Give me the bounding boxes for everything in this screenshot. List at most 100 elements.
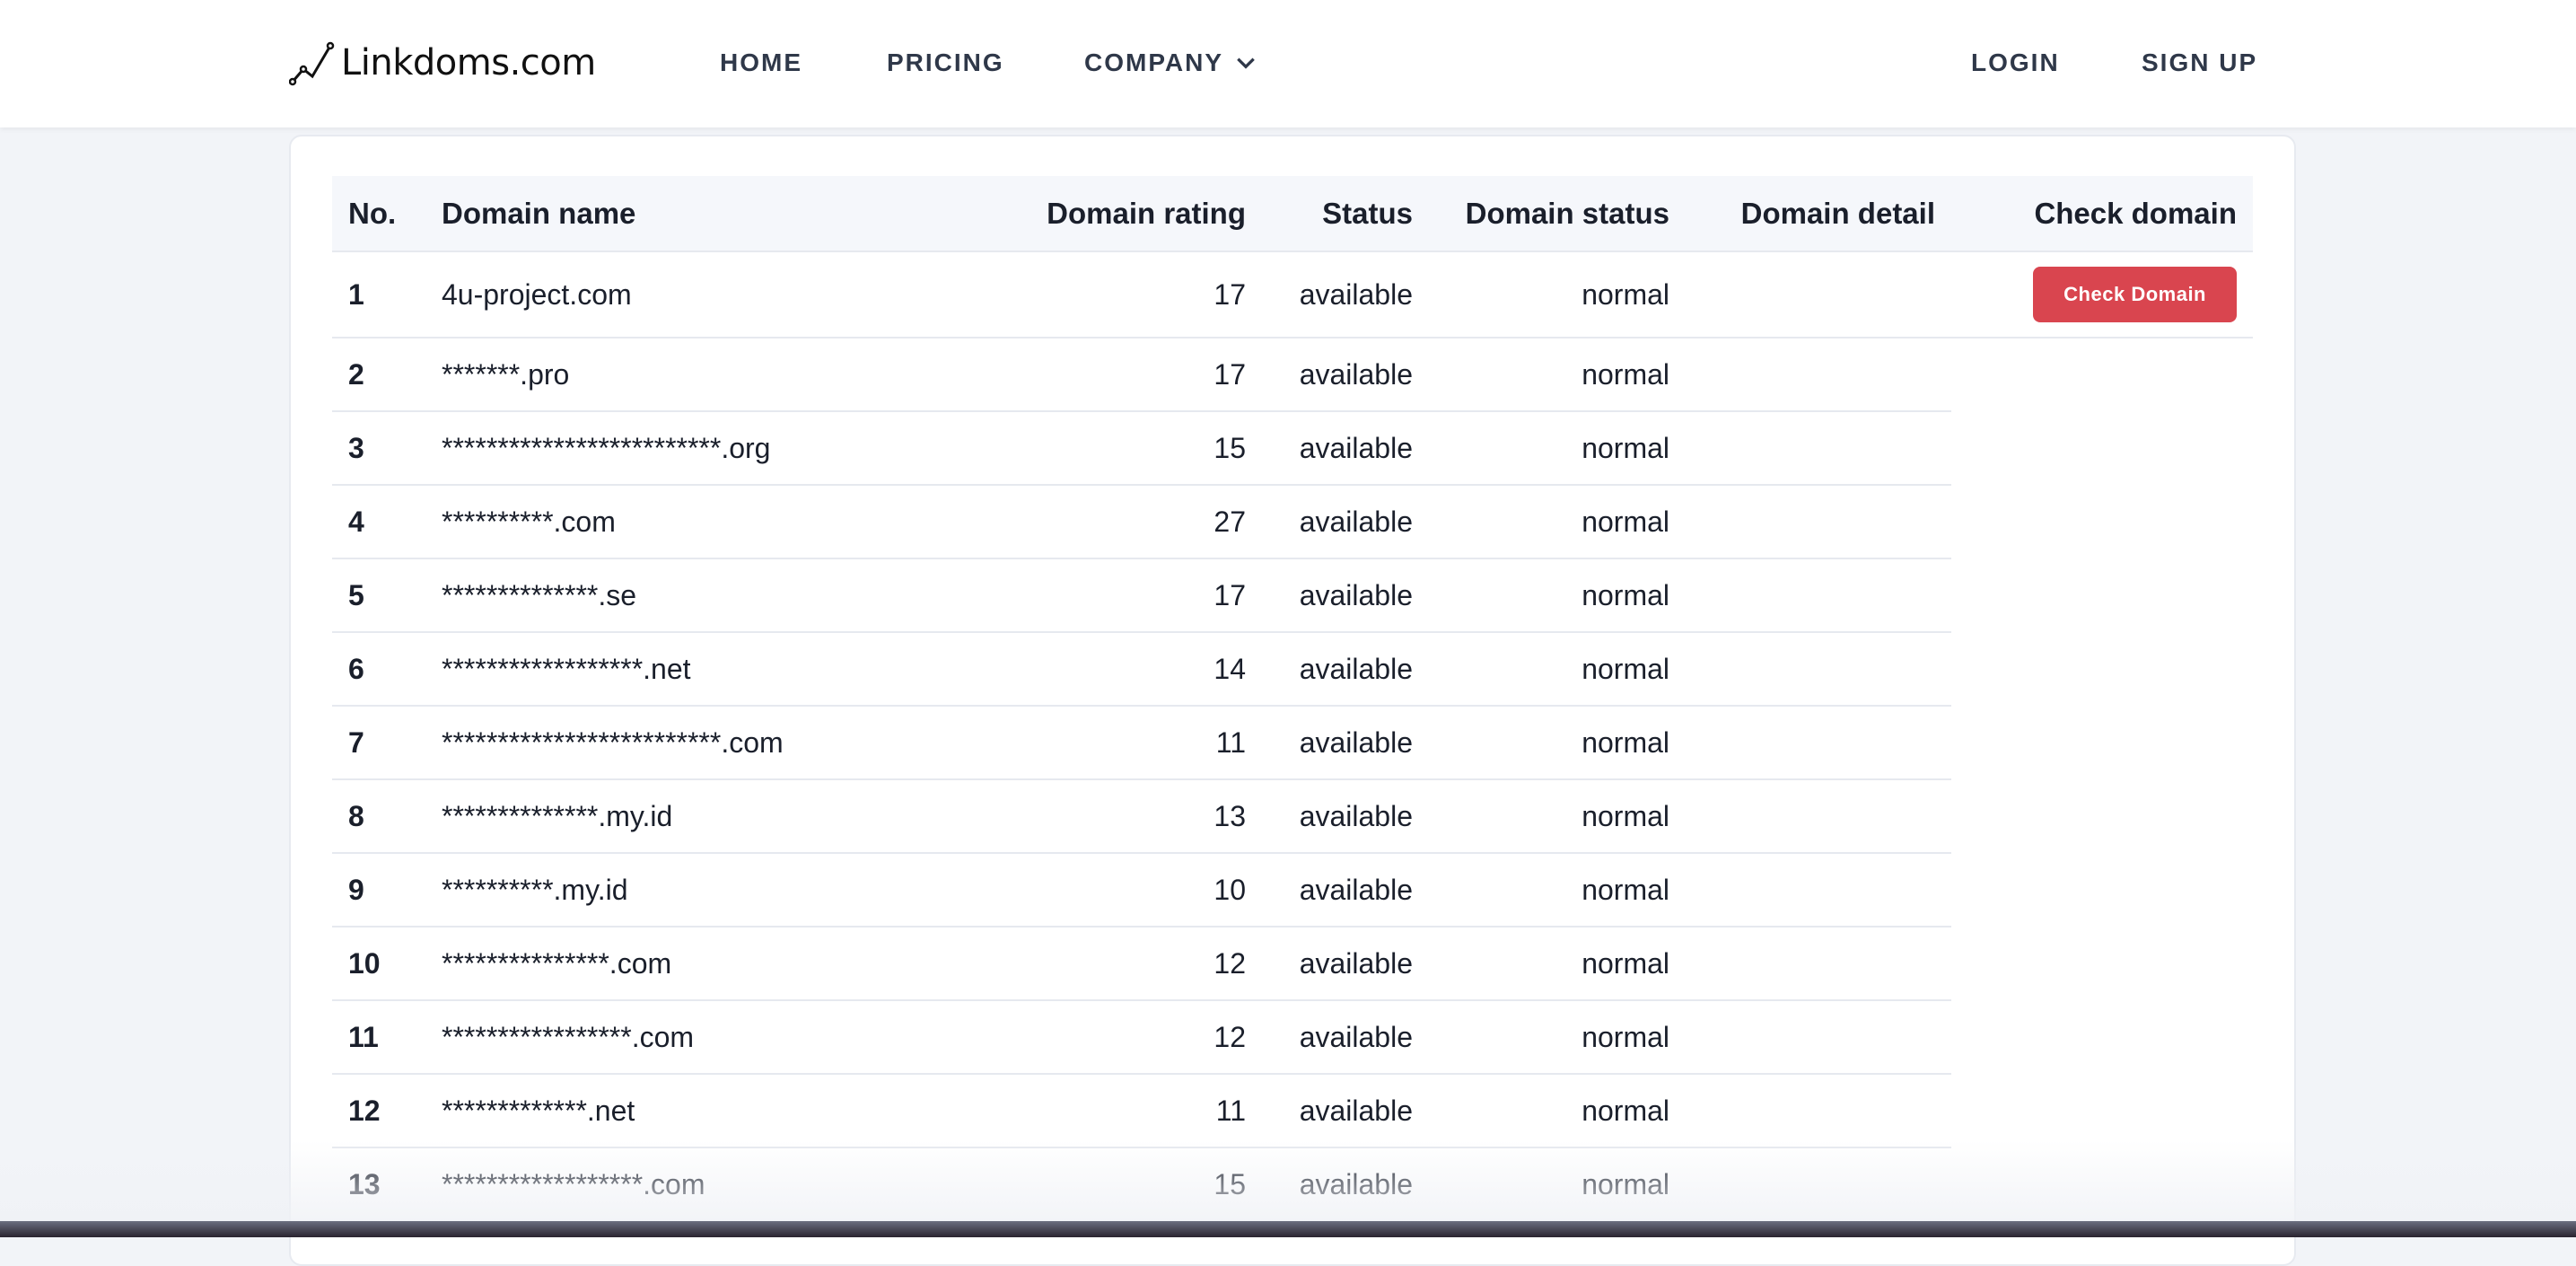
nav-company[interactable]: COMPANY [1084, 45, 1257, 81]
domain-name-cell: **********.my.id [425, 852, 964, 927]
check-domain-cell [1951, 927, 2253, 1000]
domain-rating-cell: 17 [964, 251, 1262, 338]
status-cell: available [1262, 337, 1429, 411]
nav-pricing[interactable]: PRICING [887, 45, 1004, 81]
domain-name-cell: *************************.org [425, 410, 964, 485]
table-row[interactable]: 5 **************.se 17 available normal [332, 558, 2253, 632]
domain-name-cell: **************.se [425, 558, 964, 632]
status-cell: available [1262, 778, 1429, 853]
table-row[interactable]: 9 **********.my.id 10 available normal [332, 852, 2253, 927]
column-header-no[interactable]: No. [332, 176, 425, 251]
domain-detail-cell [1686, 631, 1951, 706]
window-bottom-edge [0, 1221, 2576, 1237]
row-number: 8 [332, 778, 425, 853]
check-domain-cell [1951, 485, 2253, 558]
domain-name-cell: ******************.com [425, 1147, 964, 1221]
domain-table-card: No. Domain name Domain rating Status Dom… [289, 135, 2296, 1266]
nav-signup[interactable]: SIGN UP [2142, 45, 2257, 81]
status-cell: available [1262, 484, 1429, 558]
nav-home[interactable]: HOME [720, 45, 802, 81]
domain-rating-cell: 11 [964, 1073, 1262, 1147]
check-domain-cell [1951, 779, 2253, 853]
table-row[interactable]: 7 *************************.com 11 availabl… [332, 705, 2253, 779]
row-number: 5 [332, 558, 425, 632]
domain-rating-cell: 17 [964, 558, 1262, 632]
domain-rating-cell: 15 [964, 1147, 1262, 1221]
column-header-domain-status[interactable]: Domain status [1429, 176, 1686, 251]
check-domain-cell [1951, 853, 2253, 927]
nav-company-label: COMPANY [1084, 48, 1224, 76]
table-row[interactable]: 6 ******************.net 14 available normal [332, 631, 2253, 706]
status-cell: available [1262, 852, 1429, 927]
chevron-down-icon [1237, 57, 1255, 69]
column-header-check-domain[interactable]: Check domain [1951, 176, 2253, 251]
table-row[interactable]: 8 **************.my.id 13 available normal [332, 778, 2253, 853]
column-header-domain-name[interactable]: Domain name [425, 176, 964, 251]
domain-rating-cell: 15 [964, 410, 1262, 485]
status-cell: available [1262, 631, 1429, 706]
domain-detail-cell [1686, 705, 1951, 779]
table-row[interactable]: 10 ***************.com 12 available normal [332, 926, 2253, 1000]
domain-rating-cell: 13 [964, 778, 1262, 853]
table-row[interactable]: 2 *******.pro 17 available normal [332, 337, 2253, 411]
status-cell: available [1262, 251, 1429, 338]
row-number: 2 [332, 337, 425, 411]
table-row[interactable]: 12 *************.net 11 available normal [332, 1073, 2253, 1147]
domain-name-cell: **********.com [425, 484, 964, 558]
domain-name-cell: ***************.com [425, 926, 964, 1000]
domain-name-cell: **************.my.id [425, 778, 964, 853]
logo[interactable]: Linkdoms.com [289, 36, 596, 90]
row-number: 9 [332, 852, 425, 927]
domain-rating-cell: 10 [964, 852, 1262, 927]
table-row[interactable]: 1 4u-project.com 17 available normal Check Do… [332, 251, 2253, 338]
domain-name-cell: 4u-project.com [425, 251, 964, 338]
column-header-domain-detail[interactable]: Domain detail [1686, 176, 1951, 251]
domain-table: No. Domain name Domain rating Status Dom… [332, 176, 2253, 1221]
domain-detail-cell [1686, 337, 1951, 411]
domain-status-cell: normal [1429, 1073, 1686, 1147]
check-domain-cell [1951, 558, 2253, 632]
domain-detail-cell [1686, 1147, 1951, 1221]
table-row[interactable]: 3 *************************.org 15 availabl… [332, 410, 2253, 485]
domain-status-cell: normal [1429, 1147, 1686, 1221]
domain-detail-cell [1686, 410, 1951, 485]
domain-rating-cell: 17 [964, 337, 1262, 411]
table-row[interactable]: 13 ******************.com 15 available norma… [332, 1147, 2253, 1221]
domain-detail-cell [1686, 558, 1951, 632]
domain-status-cell: normal [1429, 999, 1686, 1074]
domain-detail-cell [1686, 999, 1951, 1074]
status-cell: available [1262, 558, 1429, 632]
domain-detail-cell [1686, 926, 1951, 1000]
row-number: 11 [332, 999, 425, 1074]
row-number: 6 [332, 631, 425, 706]
domain-status-cell: normal [1429, 337, 1686, 411]
check-domain-cell [1951, 1147, 2253, 1221]
domain-name-cell: *************************.com [425, 705, 964, 779]
domain-rating-cell: 12 [964, 926, 1262, 1000]
domain-status-cell: normal [1429, 484, 1686, 558]
nav-login[interactable]: LOGIN [1971, 45, 2060, 81]
column-header-status[interactable]: Status [1262, 176, 1429, 251]
domain-status-cell: normal [1429, 251, 1686, 338]
check-domain-button[interactable]: Check Domain [2033, 267, 2237, 322]
table-row[interactable]: 4 **********.com 27 available normal [332, 484, 2253, 558]
site-header: Linkdoms.com HOME PRICING COMPANY LOGIN … [0, 0, 2576, 127]
domain-detail-cell [1686, 1073, 1951, 1147]
check-domain-cell [1951, 632, 2253, 706]
domain-name-cell: *******.pro [425, 337, 964, 411]
domain-status-cell: normal [1429, 778, 1686, 853]
domain-rating-cell: 27 [964, 484, 1262, 558]
domain-rating-cell: 11 [964, 705, 1262, 779]
column-header-domain-rating[interactable]: Domain rating [964, 176, 1262, 251]
row-number: 4 [332, 484, 425, 558]
domain-status-cell: normal [1429, 852, 1686, 927]
table-row[interactable]: 11 *****************.com 12 available normal [332, 999, 2253, 1074]
logo-text: Linkdoms.com [341, 42, 596, 84]
domain-name-cell: *****************.com [425, 999, 964, 1074]
check-domain-cell [1951, 338, 2253, 411]
logo-link-icon [289, 41, 335, 86]
check-domain-cell [1951, 706, 2253, 779]
status-cell: available [1262, 705, 1429, 779]
domain-rating-cell: 12 [964, 999, 1262, 1074]
domain-status-cell: normal [1429, 926, 1686, 1000]
